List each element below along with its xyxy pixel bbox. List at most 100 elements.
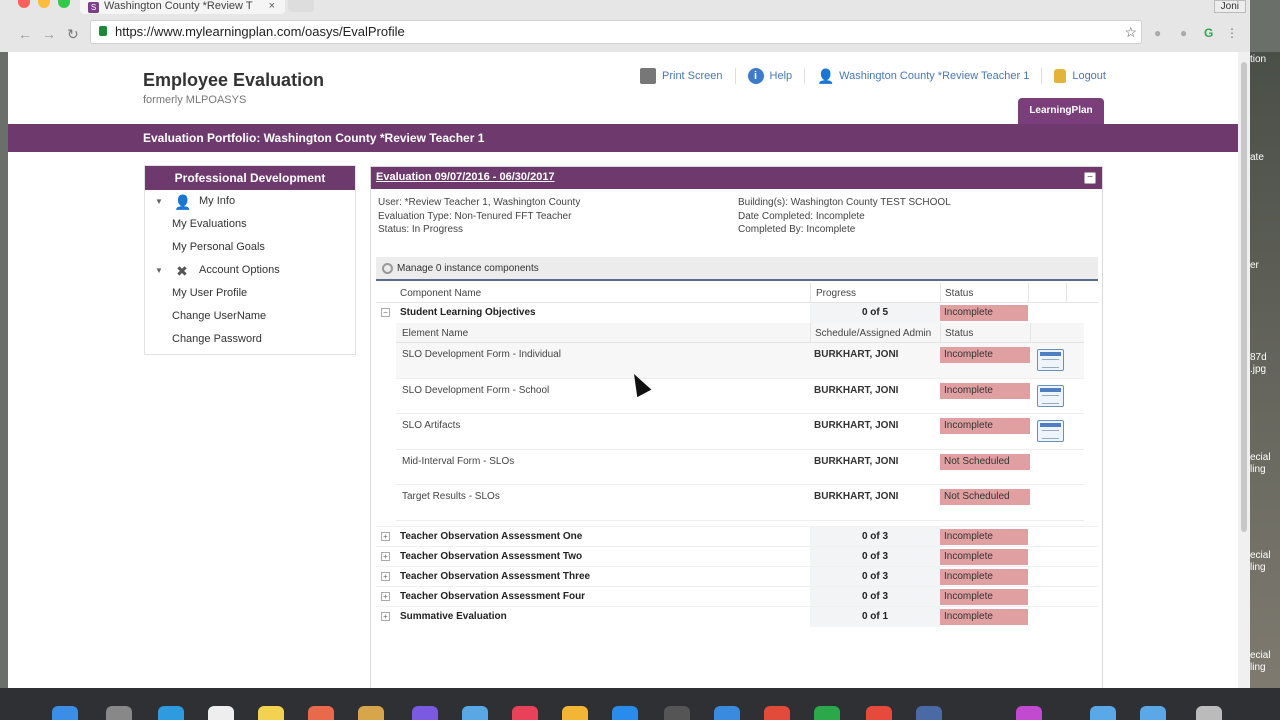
element-name: Mid-Interval Form - SLOs: [402, 455, 515, 467]
reload-icon[interactable]: ↻: [67, 26, 79, 43]
table-row[interactable]: + Teacher Observation Assessment Four 0 …: [376, 585, 1098, 607]
web-page: Employee Evaluation formerly MLPOASYS Pr…: [8, 52, 1238, 688]
scrollbar-thumb[interactable]: [1241, 62, 1247, 532]
app-store-dock-icon[interactable]: [612, 706, 638, 720]
app-dock-icon[interactable]: [106, 706, 132, 720]
form-document-icon[interactable]: [1037, 349, 1064, 371]
trash-dock-icon[interactable]: [1196, 706, 1222, 720]
expand-icon[interactable]: +: [381, 551, 390, 561]
table-row[interactable]: + Summative Evaluation 0 of 1 Incomplete: [376, 605, 1098, 627]
browser-toolbar: ← → ↻ https://www.mylearningplan.com/oas…: [0, 14, 1250, 52]
evaluation-heading-link[interactable]: Evaluation 09/07/2016 - 06/30/2017: [376, 171, 555, 183]
close-window-button[interactable]: [18, 0, 30, 8]
help-label: Help: [769, 70, 793, 82]
sidebar-item-my-evaluations[interactable]: My Evaluations: [145, 213, 355, 236]
table-row[interactable]: + Teacher Observation Assessment Three 0…: [376, 565, 1098, 587]
finder-dock-icon[interactable]: [52, 706, 78, 720]
expand-icon[interactable]: +: [381, 591, 390, 601]
new-tab-button[interactable]: [288, 0, 314, 12]
window-controls: [18, 0, 70, 8]
extension-icon[interactable]: ●: [1154, 26, 1161, 40]
sidebar-item-my-personal-goals[interactable]: My Personal Goals: [145, 236, 355, 259]
tab-close-icon[interactable]: ×: [269, 0, 275, 12]
logout-link[interactable]: Logout: [1042, 68, 1118, 84]
browser-user-badge[interactable]: Joni: [1213, 0, 1246, 13]
form-document-icon[interactable]: [1037, 420, 1064, 442]
maximize-window-button[interactable]: [58, 0, 70, 8]
excel-dock-icon[interactable]: [814, 706, 840, 720]
safari-dock-icon[interactable]: [158, 706, 184, 720]
person-icon: 👤: [174, 194, 192, 210]
app-dock-icon[interactable]: [764, 706, 790, 720]
folder-dock-icon[interactable]: [1090, 706, 1116, 720]
desktop-label: ecial: [1250, 650, 1271, 661]
table-row[interactable]: + Teacher Observation Assessment Two 0 o…: [376, 545, 1098, 567]
minimize-window-button[interactable]: [38, 0, 50, 8]
table-header: Component Name Progress Status: [376, 283, 1098, 303]
evaluation-panel: Evaluation 09/07/2016 - 06/30/2017 − Use…: [370, 166, 1103, 688]
element-name: Target Results - SLOs: [402, 491, 500, 502]
help-link[interactable]: i Help: [736, 68, 806, 84]
sidebar: Professional Development ▼ 👤 My Info My …: [144, 165, 356, 355]
sidebar-heading: Professional Development: [145, 166, 355, 190]
user-link[interactable]: 👤 Washington County *Review Teacher 1: [805, 68, 1043, 84]
app-dock-icon[interactable]: [562, 706, 588, 720]
sidebar-item-change-password[interactable]: Change Password: [145, 328, 355, 351]
element-row[interactable]: Mid-Interval Form - SLOs BURKHART, JONI …: [396, 450, 1084, 485]
menu-icon[interactable]: ⋮: [1226, 26, 1238, 40]
app-dock-icon[interactable]: [412, 706, 438, 720]
browser-tab[interactable]: S Washington County *Review T ×: [80, 0, 285, 14]
tools-icon: ✖: [176, 263, 188, 279]
app-dock-icon[interactable]: [462, 706, 488, 720]
app-dock-icon[interactable]: [664, 706, 690, 720]
eval-buildings: Building(s): Washington County TEST SCHO…: [738, 197, 951, 208]
element-row[interactable]: SLO Development Form - School BURKHART, …: [396, 379, 1084, 414]
app-dock-icon[interactable]: [916, 706, 942, 720]
calendar-dock-icon[interactable]: [208, 706, 234, 720]
grammarly-icon[interactable]: G: [1204, 26, 1213, 40]
folder-dock-icon[interactable]: [1140, 706, 1166, 720]
element-row[interactable]: SLO Artifacts BURKHART, JONI Incomplete: [396, 414, 1084, 450]
desktop-label: ate: [1250, 152, 1264, 163]
table-row-expanded[interactable]: − Student Learning Objectives 0 of 5 Inc…: [376, 303, 1098, 323]
collapse-triangle-icon[interactable]: ▼: [155, 190, 163, 213]
photos-dock-icon[interactable]: [308, 706, 334, 720]
expand-icon[interactable]: +: [381, 571, 390, 581]
element-row[interactable]: Target Results - SLOs BURKHART, JONI Not…: [396, 485, 1084, 521]
music-dock-icon[interactable]: [512, 706, 538, 720]
status-badge: Not Scheduled: [940, 453, 1030, 470]
forward-arrow-icon[interactable]: →: [42, 26, 56, 42]
manage-instance-components-button[interactable]: Manage 0 instance components: [376, 257, 1098, 281]
expand-icon[interactable]: +: [381, 531, 390, 541]
notes-dock-icon[interactable]: [258, 706, 284, 720]
status-badge: Incomplete: [940, 305, 1028, 321]
sidebar-section-account-options[interactable]: ▼ ✖ Account Options: [145, 259, 355, 282]
page-scrollbar[interactable]: [1238, 52, 1250, 688]
gear-icon: [382, 263, 393, 274]
bookmark-star-icon[interactable]: ☆: [1124, 21, 1137, 43]
collapse-icon[interactable]: −: [381, 308, 390, 317]
table-row[interactable]: + Teacher Observation Assessment One 0 o…: [376, 525, 1098, 547]
address-bar[interactable]: https://www.mylearningplan.com/oasys/Eva…: [90, 20, 1142, 44]
minimize-panel-button[interactable]: −: [1084, 172, 1096, 184]
section-label: My Info: [199, 195, 236, 207]
column-divider: [940, 323, 941, 343]
app-dock-icon[interactable]: [358, 706, 384, 720]
form-document-icon[interactable]: [1037, 384, 1064, 407]
element-row[interactable]: SLO Development Form - Individual BURKHA…: [396, 343, 1084, 379]
extension-icon[interactable]: ●: [1180, 26, 1187, 40]
sidebar-item-change-username[interactable]: Change UserName: [145, 305, 355, 328]
chrome-dock-icon[interactable]: [866, 706, 892, 720]
app-dock-icon[interactable]: [1016, 706, 1042, 720]
sidebar-item-my-user-profile[interactable]: My User Profile: [145, 282, 355, 305]
print-screen-link[interactable]: Print Screen: [628, 68, 736, 84]
back-arrow-icon[interactable]: ←: [18, 26, 32, 42]
expand-icon[interactable]: +: [381, 611, 390, 621]
desktop-background: tion ate er 87d .jpg ecial ling ecial li…: [1250, 52, 1280, 688]
component-progress: 0 of 5: [810, 303, 940, 323]
learningplan-tab[interactable]: LearningPlan: [1018, 98, 1104, 124]
sidebar-section-my-info[interactable]: ▼ 👤 My Info: [145, 190, 355, 213]
app-dock-icon[interactable]: [714, 706, 740, 720]
collapse-triangle-icon[interactable]: ▼: [155, 259, 163, 282]
component-progress: 0 of 3: [810, 526, 940, 547]
